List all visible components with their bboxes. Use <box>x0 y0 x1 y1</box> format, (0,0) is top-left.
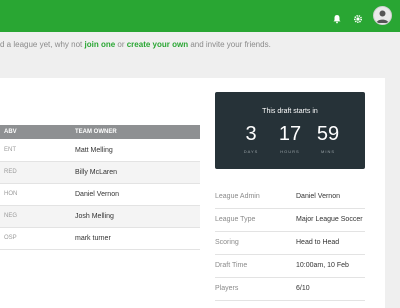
countdown-days-label: DAYS <box>243 149 259 154</box>
team-owner: mark turner <box>75 235 111 242</box>
user-avatar[interactable] <box>373 6 392 25</box>
info-label: League Type <box>215 216 256 223</box>
info-label: Scoring <box>215 239 239 246</box>
top-nav-actions <box>321 6 392 25</box>
notice-suffix: and invite your friends. <box>188 40 271 49</box>
info-value: Major League Soccer <box>296 216 363 223</box>
table-row[interactable]: RED Billy McLaren <box>0 162 200 184</box>
team-abv: RED <box>4 169 17 175</box>
league-info-row: Draft Time 10:00am, 10 Feb <box>215 254 365 278</box>
column-header-abv: ABV <box>4 129 17 135</box>
top-nav-bar <box>0 0 400 32</box>
table-row[interactable]: HON Daniel Vernon <box>0 184 200 206</box>
no-league-notice: d a league yet, why not join one or crea… <box>0 40 400 49</box>
info-value: Daniel Vernon <box>296 193 340 200</box>
team-owner: Josh Melling <box>75 213 114 220</box>
countdown-hours-label: HOURS <box>280 149 300 154</box>
join-league-link[interactable]: join one <box>85 40 116 49</box>
league-info-row: League Admin Daniel Vernon <box>215 185 365 209</box>
table-row[interactable]: NEG Josh Melling <box>0 206 200 228</box>
create-league-link[interactable]: create your own <box>127 40 188 49</box>
info-value: 6/10 <box>296 285 310 292</box>
bell-icon[interactable] <box>332 11 342 23</box>
column-header-team-owner: TEAM OWNER <box>75 129 117 135</box>
team-abv: OSP <box>4 235 17 241</box>
team-abv: HON <box>4 191 18 197</box>
league-info-row: Scoring Head to Head <box>215 231 365 255</box>
notice-middle: or <box>115 40 127 49</box>
countdown-mins-value: 59 <box>316 123 340 145</box>
table-row[interactable]: OSP mark turner <box>0 228 200 250</box>
table-row[interactable]: ENT Matt Melling <box>0 140 200 162</box>
team-owner: Matt Melling <box>75 147 113 154</box>
teams-table-header: ABV TEAM OWNER <box>0 125 200 139</box>
notice-prefix: d a league yet, why not <box>0 40 85 49</box>
countdown-title: This draft starts in <box>262 108 318 115</box>
info-label: Draft Time <box>215 262 248 269</box>
team-abv: NEG <box>4 213 18 219</box>
info-value: 10:00am, 10 Feb <box>296 262 349 269</box>
info-label: League Admin <box>215 193 260 200</box>
draft-countdown: This draft starts in 3 DAYS 17 HOURS 59 … <box>215 92 365 169</box>
team-abv: ENT <box>4 147 16 153</box>
info-value: Head to Head <box>296 239 340 246</box>
info-label: Players <box>215 285 239 292</box>
countdown-mins-label: MINS <box>321 149 335 154</box>
team-owner: Billy McLaren <box>75 169 118 176</box>
league-info-row: Players 6/10 <box>215 277 365 301</box>
countdown-hours-value: 17 <box>278 123 302 145</box>
countdown-days-value: 3 <box>245 123 257 145</box>
gear-icon[interactable] <box>353 11 363 23</box>
team-owner: Daniel Vernon <box>75 191 119 198</box>
league-info-row: League Type Major League Soccer <box>215 208 365 232</box>
